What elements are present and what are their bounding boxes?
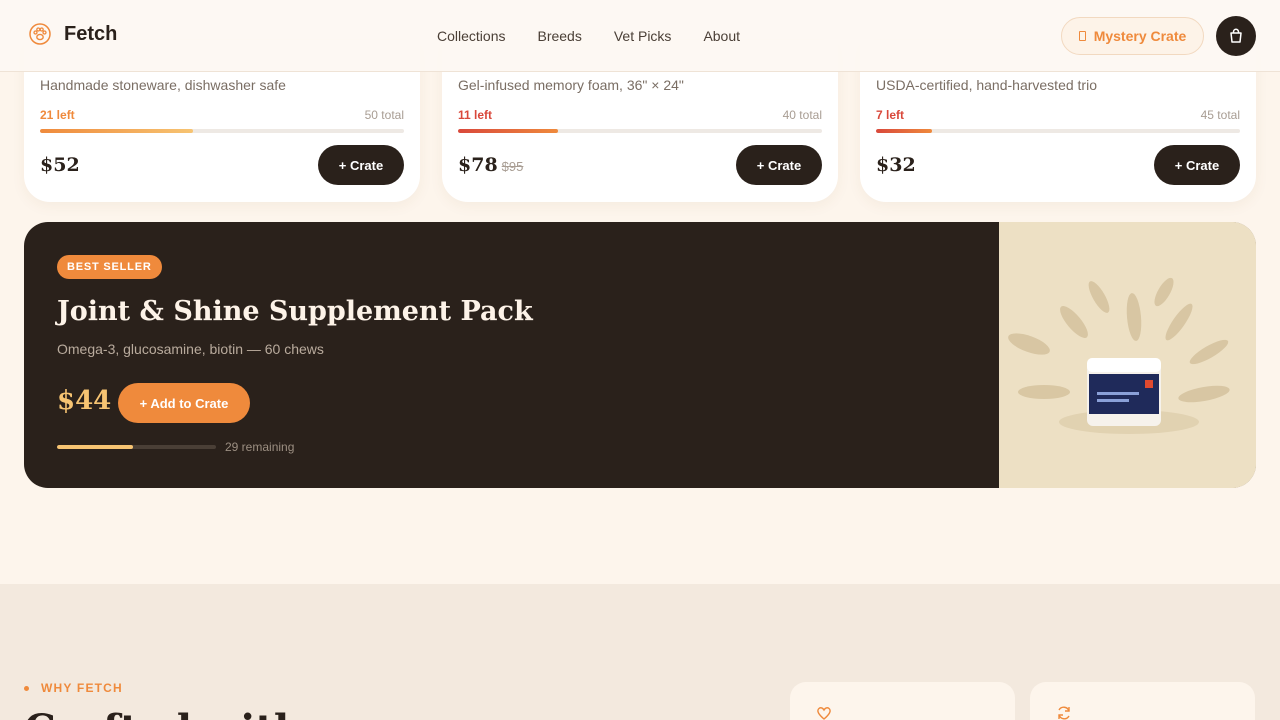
nav-collections[interactable]: Collections (437, 28, 505, 44)
product-description: USDA-certified, hand-harvested trio (876, 77, 1097, 93)
stock-bar (876, 129, 1240, 133)
why-section: WHY FETCH Crafted with care (0, 584, 1280, 720)
product-description: Gel-infused memory foam, 36" × 24" (458, 77, 684, 93)
shopping-bag-icon (1230, 28, 1242, 43)
nav-breeds[interactable]: Breeds (537, 28, 581, 44)
stock-left: 7 left (876, 108, 905, 122)
stock-bar-fill (876, 129, 933, 133)
featured-title: Joint & Shine Supplement Pack (57, 296, 533, 327)
brand[interactable]: Fetch (28, 22, 117, 46)
stock-left: 11 left (458, 108, 493, 122)
stock-bar (40, 129, 404, 133)
featured-price: $44 (57, 386, 112, 416)
stock-bar (57, 445, 216, 449)
add-crate-button[interactable]: + Crate (318, 145, 404, 185)
product-price: $78 $95 (458, 154, 523, 176)
stock-bar-fill (458, 129, 559, 133)
why-heading: Crafted with care (24, 706, 414, 720)
featured-product: BEST SELLER Joint & Shine Supplement Pac… (24, 222, 1256, 488)
heart-icon (817, 707, 831, 720)
price-value: $32 (876, 154, 916, 176)
feature-card (1030, 682, 1255, 720)
stock-left: 21 left (40, 108, 75, 122)
add-crate-button[interactable]: + Crate (1154, 145, 1240, 185)
paw-logo-icon (29, 23, 51, 45)
stock-bar (458, 129, 822, 133)
remaining-count: 29 remaining (225, 440, 295, 454)
stock-total: 40 total (782, 108, 822, 122)
nav-vet-picks[interactable]: Vet Picks (614, 28, 672, 44)
supplement-jar-illustration (999, 222, 1256, 488)
main-nav: Collections Breeds Vet Picks About (437, 28, 740, 44)
feature-card (790, 682, 1015, 720)
product-price: $52 (40, 154, 80, 176)
add-to-crate-button[interactable]: + Add to Crate (118, 383, 250, 423)
mystery-crate-button[interactable]: Mystery Crate (1061, 17, 1204, 55)
refresh-icon (1058, 706, 1070, 720)
gift-icon (1078, 31, 1086, 41)
best-seller-badge: BEST SELLER (57, 255, 162, 279)
price-value: $52 (40, 154, 80, 176)
nav-about[interactable]: About (703, 28, 740, 44)
bullet-dot (24, 685, 29, 691)
product-image (999, 222, 1256, 488)
why-label-text: WHY FETCH (41, 681, 123, 695)
price-value: $78 (458, 154, 498, 176)
brand-name: Fetch (64, 22, 118, 45)
stock-total: 45 total (1200, 108, 1240, 122)
stock-bar-fill (40, 129, 193, 133)
stock-bar-fill (57, 445, 134, 449)
section-label: WHY FETCH (24, 681, 123, 695)
product-description: Handmade stoneware, dishwasher safe (40, 77, 286, 93)
site-header: Fetch Collections Breeds Vet Picks About… (0, 0, 1280, 72)
add-crate-button[interactable]: + Crate (736, 145, 822, 185)
product-price: $32 (876, 154, 916, 176)
mystery-crate-label: Mystery Crate (1093, 28, 1187, 44)
original-price: $95 (501, 159, 524, 174)
stock-total: 50 total (364, 108, 404, 122)
featured-description: Omega-3, glucosamine, biotin — 60 chews (57, 341, 324, 357)
cart-button[interactable] (1216, 16, 1256, 56)
